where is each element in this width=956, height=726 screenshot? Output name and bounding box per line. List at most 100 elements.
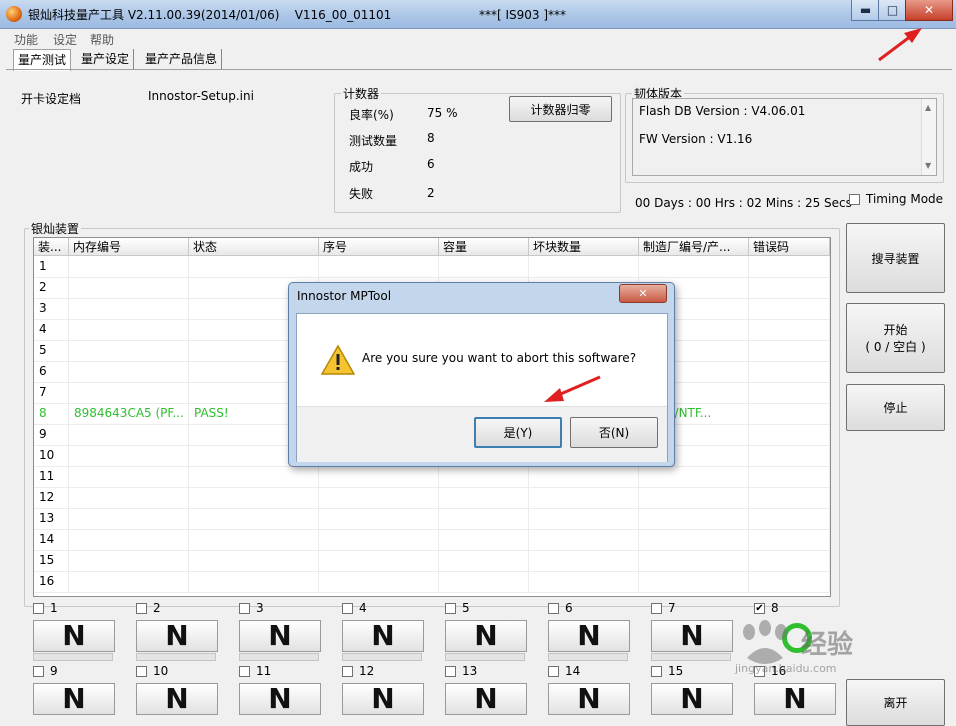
table-cell (639, 550, 749, 571)
table-cell (749, 319, 830, 340)
col-manufacturer[interactable]: 制造厂编号/产... (639, 238, 749, 256)
exit-button[interactable]: 离开 (846, 679, 945, 726)
slot-status-icon[interactable]: N (548, 683, 630, 715)
col-memory-id[interactable]: 内存编号 (69, 238, 189, 256)
table-cell: 8 (34, 403, 69, 424)
slot-checkbox[interactable] (342, 666, 353, 677)
menu-settings[interactable]: 设定 (53, 31, 77, 48)
watermark-url: jingyan.baidu.com (735, 662, 837, 675)
slot-checkbox[interactable] (239, 603, 250, 614)
slot-status-icon[interactable]: N (445, 620, 527, 652)
slot-number: 11 (256, 664, 272, 678)
table-cell (529, 550, 639, 571)
slot-status-icon[interactable]: N (754, 683, 836, 715)
stop-button[interactable]: 停止 (846, 384, 945, 431)
slot-status-icon[interactable]: N (33, 683, 115, 715)
slot-checkbox[interactable] (548, 666, 559, 677)
slot-progress-bar (548, 653, 628, 661)
minimize-button[interactable]: ▬ (851, 0, 880, 21)
col-serial[interactable]: 序号 (319, 238, 439, 256)
table-cell: 8984643CA5 (PF... (69, 403, 189, 424)
slot-progress-bar (651, 653, 731, 661)
table-row[interactable]: 11 (34, 466, 830, 488)
dialog-close-button[interactable]: ✕ (619, 284, 667, 303)
reset-counter-button[interactable]: 计数器归零 (509, 96, 612, 122)
slot-checkbox[interactable] (136, 666, 147, 677)
col-status[interactable]: 状态 (189, 238, 319, 256)
table-row[interactable]: 14 (34, 529, 830, 551)
slot-number: 14 (565, 664, 581, 678)
slot-status-icon[interactable]: N (136, 683, 218, 715)
slot-checkbox[interactable] (445, 603, 456, 614)
table-row[interactable]: 12 (34, 487, 830, 509)
slot-checkbox[interactable] (33, 603, 44, 614)
slot-checkbox[interactable] (445, 666, 456, 677)
table-cell (69, 571, 189, 592)
menu-function[interactable]: 功能 (14, 31, 38, 48)
col-capacity[interactable]: 容量 (439, 238, 529, 256)
table-cell (749, 529, 830, 550)
table-row[interactable]: 15 (34, 550, 830, 572)
slot-checkbox[interactable] (651, 666, 662, 677)
table-cell (639, 256, 749, 277)
dialog-body: Are you sure you want to abort this soft… (296, 313, 668, 462)
timing-mode-checkbox[interactable] (849, 194, 860, 205)
col-device[interactable]: 装... (34, 238, 69, 256)
slot-status-icon[interactable]: N (651, 620, 733, 652)
slot-status-icon[interactable]: N (342, 620, 424, 652)
slot-status-icon[interactable]: N (445, 683, 527, 715)
table-cell (749, 550, 830, 571)
slot-status-icon[interactable]: N (651, 683, 733, 715)
table-cell (439, 529, 529, 550)
start-button[interactable]: 开始 ( 0 / 空白 ) (846, 303, 945, 373)
slot-checkbox[interactable] (33, 666, 44, 677)
table-cell (529, 529, 639, 550)
slot-checkbox[interactable]: ✔ (754, 603, 765, 614)
col-bad-blocks[interactable]: 坏块数量 (529, 238, 639, 256)
tab-product-info[interactable]: 量产产品信息 (141, 49, 223, 69)
menu-help[interactable]: 帮助 (90, 31, 114, 48)
yield-label: 良率(%) (349, 108, 394, 122)
slot-checkbox[interactable] (651, 603, 662, 614)
slot-status-icon[interactable]: N (33, 620, 115, 652)
table-row[interactable]: 13 (34, 508, 830, 530)
firmware-scrollbar[interactable]: ▲ ▼ (921, 99, 936, 175)
close-button[interactable]: ✕ (905, 0, 953, 21)
table-cell (69, 361, 189, 382)
menu-bar (0, 29, 956, 47)
slot-status-icon[interactable]: N (239, 620, 321, 652)
dialog-footer: 是(Y) 否(N) (297, 406, 667, 462)
no-button[interactable]: 否(N) (570, 417, 658, 448)
tab-production-test[interactable]: 量产测试 (13, 49, 72, 71)
scroll-up-icon[interactable]: ▲ (925, 103, 931, 112)
slot-checkbox[interactable] (342, 603, 353, 614)
firmware-textbox[interactable]: ▲ ▼ Flash DB Version : V4.06.01 FW Versi… (632, 98, 937, 176)
search-devices-button[interactable]: 搜寻装置 (846, 223, 945, 293)
slot-checkbox[interactable] (239, 666, 250, 677)
table-cell (439, 571, 529, 592)
table-cell: 10 (34, 445, 69, 466)
table-cell (749, 487, 830, 508)
table-cell: 5 (34, 340, 69, 361)
table-cell (529, 508, 639, 529)
table-row[interactable]: 16 (34, 571, 830, 593)
table-cell: 3 (34, 298, 69, 319)
maximize-button[interactable]: □ (878, 0, 907, 21)
slot-status-icon[interactable]: N (342, 683, 424, 715)
tested-label: 测试数量 (349, 134, 398, 148)
slot-status-icon[interactable]: N (548, 620, 630, 652)
table-cell (319, 256, 439, 277)
yes-button[interactable]: 是(Y) (474, 417, 562, 448)
tab-production-settings[interactable]: 量产设定 (77, 49, 135, 69)
dialog-title: Innostor MPTool (297, 289, 392, 303)
scroll-down-icon[interactable]: ▼ (925, 161, 931, 170)
slot-number: 15 (668, 664, 684, 678)
slot-checkbox[interactable] (548, 603, 559, 614)
table-row[interactable]: 1 (34, 256, 830, 278)
col-error-code[interactable]: 错误码 (749, 238, 830, 256)
slot-number: 8 (771, 601, 779, 615)
slot-number: 10 (153, 664, 169, 678)
slot-status-icon[interactable]: N (239, 683, 321, 715)
slot-status-icon[interactable]: N (136, 620, 218, 652)
slot-checkbox[interactable] (136, 603, 147, 614)
